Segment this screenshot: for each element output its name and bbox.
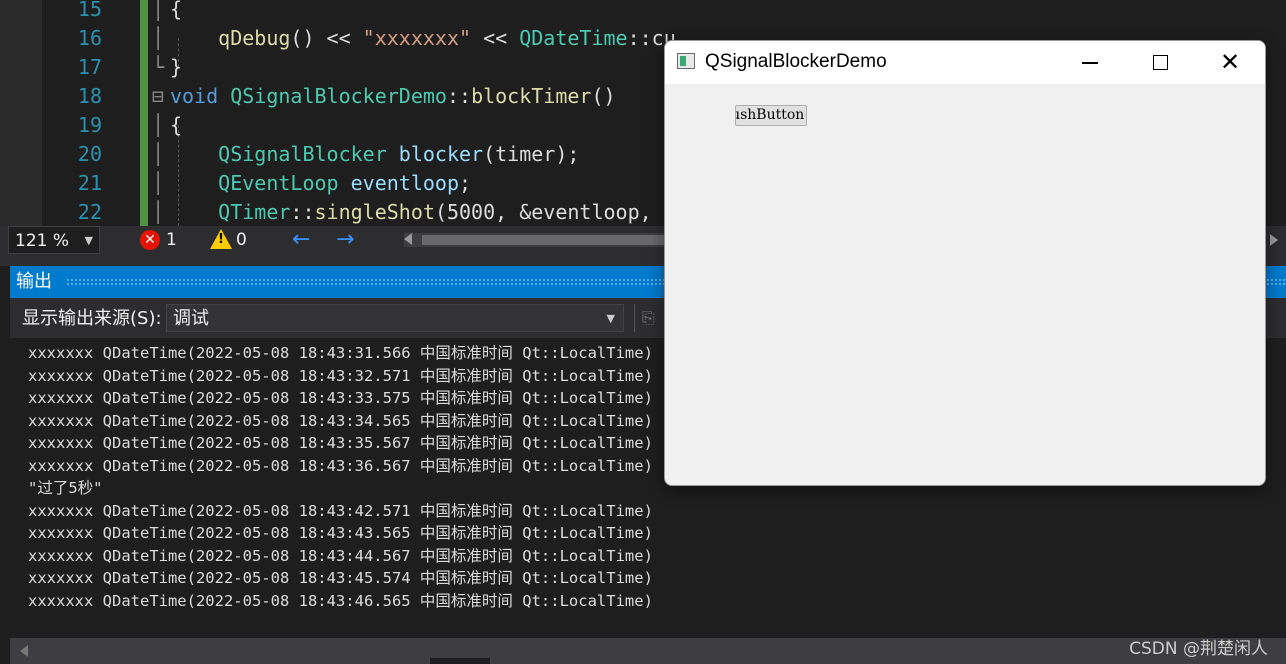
warning-icon[interactable]: !: [210, 229, 232, 249]
chevron-down-icon: ▼: [84, 234, 93, 247]
window-title-bar[interactable]: QSignalBlockerDemo ✕: [665, 41, 1265, 84]
code-token: }: [170, 55, 183, 79]
scroll-left-icon[interactable]: [20, 645, 28, 657]
code-token: (): [591, 84, 616, 108]
code-token: QSignalBlocker: [170, 142, 399, 166]
line-number: 15: [77, 0, 102, 21]
line-number: 22: [77, 200, 102, 224]
push-button[interactable]: PushButton: [735, 105, 807, 126]
code-token: singleShot: [314, 200, 435, 224]
navigate-back-icon[interactable]: ←: [292, 226, 310, 254]
code-token: (timer);: [483, 142, 580, 166]
code-token: qDebug: [170, 26, 291, 50]
minimize-icon: [1082, 62, 1098, 64]
output-horizontal-scrollbar[interactable]: [10, 638, 1286, 664]
output-line: xxxxxxx QDateTime(2022-05-08 18:43:43.56…: [28, 524, 653, 542]
scrollbar-thumb[interactable]: [430, 658, 490, 664]
output-line: xxxxxxx QDateTime(2022-05-08 18:43:32.57…: [28, 366, 653, 385]
watermark: CSDN @荆楚闲人: [1129, 639, 1268, 659]
code-token: ::: [290, 200, 315, 224]
code-text: {: [170, 0, 182, 24]
output-line: xxxxxxx QDateTime(2022-05-08 18:43:46.56…: [28, 591, 653, 610]
code-text: }: [170, 53, 182, 82]
code-token: blocker: [398, 142, 484, 166]
navigate-forward-icon[interactable]: →: [336, 226, 354, 254]
code-text: QSignalBlocker blocker(timer);: [170, 140, 579, 169]
error-icon[interactable]: ✕: [140, 230, 160, 250]
code-token: QEventLoop: [170, 171, 351, 195]
chevron-down-icon: ▼: [606, 312, 615, 325]
code-token: QTimer: [170, 200, 291, 224]
outline-guide: │: [152, 26, 165, 50]
zoom-value: 121 %: [15, 231, 70, 251]
outline-guide: │: [152, 113, 165, 137]
line-number: 19: [77, 113, 102, 137]
code-token: QDateTime: [519, 26, 628, 50]
output-line: xxxxxxx QDateTime(2022-05-08 18:43:36.56…: [28, 456, 653, 475]
code-token: ::: [446, 84, 472, 108]
output-line: xxxxxxx QDateTime(2022-05-08 18:43:33.57…: [28, 389, 653, 407]
scrollbar-thumb[interactable]: [422, 235, 664, 245]
outline-guide: └: [152, 55, 165, 79]
find-in-output-icon[interactable]: ⎘: [642, 308, 660, 328]
code-token: blockTimer: [471, 84, 592, 108]
line-number: 18: [77, 84, 102, 108]
code-token: eventloop: [350, 171, 459, 195]
output-line: xxxxxxx QDateTime(2022-05-08 18:43:31.56…: [28, 344, 653, 362]
output-line: xxxxxxx QDateTime(2022-05-08 18:43:35.56…: [28, 434, 653, 452]
output-panel-title: 输出: [16, 271, 52, 292]
code-token: {: [170, 0, 183, 21]
maximize-icon: [1153, 55, 1168, 70]
output-line: "过了5秒": [28, 479, 103, 497]
maximize-button[interactable]: [1125, 41, 1195, 83]
window-client-area: PushButton: [665, 84, 1265, 485]
line-number: 17: [77, 55, 102, 79]
output-line: xxxxxxx QDateTime(2022-05-08 18:43:45.57…: [28, 569, 653, 587]
collapse-icon[interactable]: ⊟: [152, 82, 164, 111]
code-token: "xxxxxxx": [362, 26, 472, 50]
output-line: xxxxxxx QDateTime(2022-05-08 18:43:42.57…: [28, 501, 653, 520]
code-token: QSignalBlockerDemo: [230, 84, 447, 108]
qt-demo-window[interactable]: QSignalBlockerDemo ✕ PushButton: [664, 40, 1266, 486]
output-source-select[interactable]: 调试 ▼: [166, 304, 624, 332]
code-token: (5000, &eventloop, S: [434, 200, 676, 224]
minimize-button[interactable]: [1055, 41, 1125, 83]
line-number: 20: [77, 142, 102, 166]
line-number: 16: [77, 26, 102, 50]
line-number: 21: [77, 171, 102, 195]
code-text: {: [170, 111, 182, 140]
toolbar-divider: [634, 304, 635, 332]
output-source-label: 显示输出来源(S):: [22, 308, 162, 329]
code-token: ;: [459, 171, 472, 195]
code-line[interactable]: 15 │{: [0, 0, 1286, 24]
scroll-right-icon[interactable]: [1270, 234, 1278, 246]
warning-count[interactable]: 0: [236, 226, 247, 254]
error-count[interactable]: 1: [166, 226, 177, 254]
push-button-label: PushButton: [736, 107, 805, 123]
app-icon: [677, 53, 695, 69]
code-token: {: [170, 113, 183, 137]
outline-guide: │: [152, 142, 165, 166]
zoom-select[interactable]: 121 % ▼: [8, 226, 100, 254]
code-text: QEventLoop eventloop;: [170, 169, 471, 198]
code-text: qDebug() << "xxxxxxx" << QDateTime::cu: [170, 24, 676, 53]
scroll-left-icon[interactable]: [404, 233, 412, 245]
close-icon: ✕: [1219, 48, 1241, 76]
close-button[interactable]: ✕: [1195, 41, 1265, 83]
output-line: xxxxxxx QDateTime(2022-05-08 18:43:44.56…: [28, 546, 653, 565]
outline-guide: │: [152, 171, 165, 195]
code-token: () <<: [290, 26, 363, 50]
outline-guide: │: [152, 200, 165, 224]
code-token: void: [170, 84, 231, 108]
outline-guide: │: [152, 0, 165, 21]
code-token: <<: [471, 26, 520, 50]
window-title: QSignalBlockerDemo: [705, 51, 887, 72]
code-text: void QSignalBlockerDemo::blockTimer(): [170, 82, 616, 111]
code-text: QTimer::singleShot(5000, &eventloop, S: [170, 198, 676, 226]
output-source-value: 调试: [173, 308, 209, 329]
output-line: xxxxxxx QDateTime(2022-05-08 18:43:34.56…: [28, 411, 653, 430]
